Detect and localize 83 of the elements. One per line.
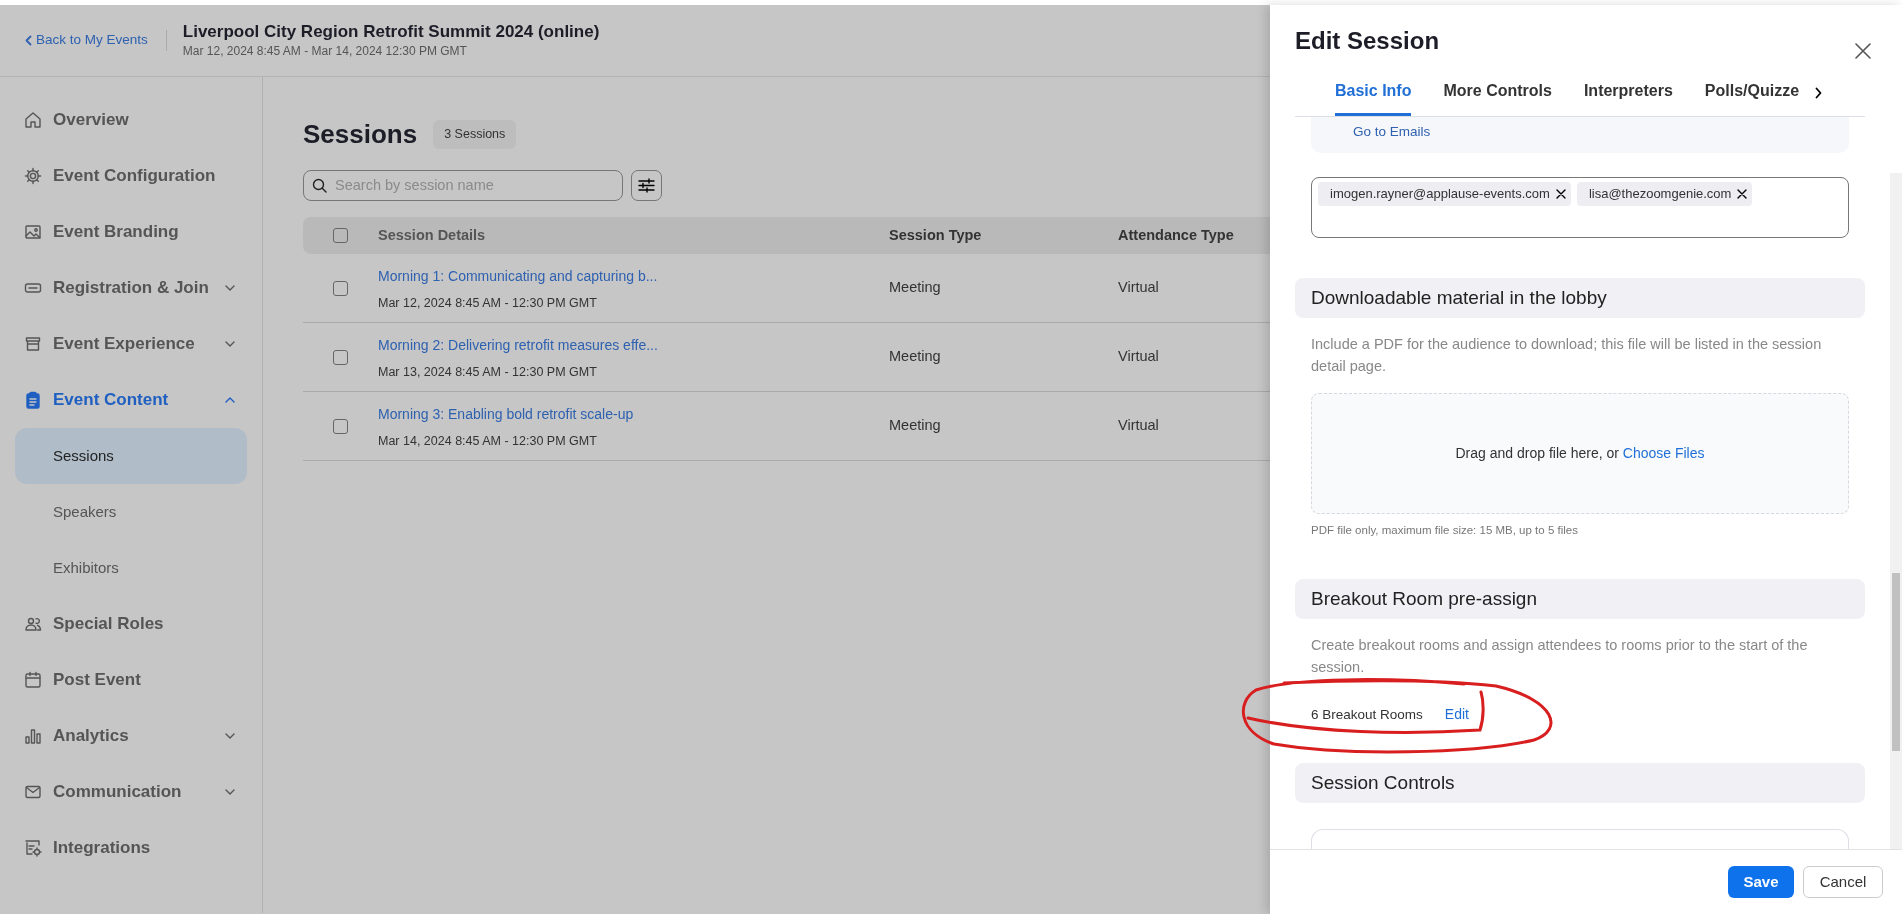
event-title: Liverpool City Region Retrofit Summit 2024 (online): [182, 20, 600, 43]
section-heading: Breakout Room pre-assign: [1295, 578, 1865, 619]
session-dates: Mar 14, 2024 8:45 AM - 12:30 PM GMT: [378, 432, 598, 450]
recipients-field[interactable]: imogen.rayner@applause-events.com lisa@thezoomgenie.com: [1311, 177, 1849, 238]
sliders-icon: [638, 178, 655, 193]
home-icon: [24, 111, 42, 129]
choose-files-link[interactable]: Choose Files: [1622, 444, 1705, 461]
sidebar-item[interactable]: Event Content: [15, 372, 247, 428]
remove-button[interactable]: [1737, 188, 1748, 199]
remove-button[interactable]: [1555, 188, 1566, 199]
section-description: Create breakout rooms and assign attendees to rooms prior to the start of the session.: [1310, 635, 1809, 677]
sidebar-item[interactable]: Overview: [15, 92, 247, 148]
tab[interactable]: More Controls: [1443, 78, 1552, 116]
envelope-icon: [24, 783, 42, 801]
section-heading: Downloadable material in the lobby: [1295, 278, 1865, 318]
breakout-count: 6 Breakout Rooms: [1311, 705, 1423, 724]
section-heading: Session Controls: [1295, 763, 1865, 804]
event-dates: Mar 12, 2024 8:45 AM - Mar 14, 2024 12:30 PM GMT: [182, 43, 468, 61]
tab[interactable]: Polls/Quizze: [1704, 78, 1800, 116]
sidebar-item[interactable]: Analytics: [15, 708, 247, 764]
sidebar-item[interactable]: Event Experience: [15, 316, 247, 372]
table-cell: Virtual: [1118, 279, 1159, 296]
sidebar-item[interactable]: Event Branding: [15, 204, 247, 260]
column-header: Attendance Type: [1118, 226, 1234, 243]
session-link[interactable]: Morning 1: Communicating and capturing b...: [378, 265, 658, 287]
chevron-left-icon: [25, 35, 32, 46]
chevron-right-icon: [1815, 86, 1823, 99]
emails-link[interactable]: Go to Emails: [1353, 124, 1431, 139]
recipient-tag: imogen.rayner@applause-events.com: [1318, 182, 1571, 206]
checkbox[interactable]: [333, 349, 348, 365]
gear-icon: [24, 167, 42, 185]
checkbox[interactable]: [333, 228, 348, 243]
table-cell: Meeting: [889, 348, 941, 365]
tab[interactable]: Interpreters: [1583, 78, 1673, 116]
column-header: Session Details: [378, 226, 486, 243]
recipient-tag: lisa@thezoomgenie.com: [1576, 182, 1753, 206]
session-dates: Mar 13, 2024 8:45 AM - 12:30 PM GMT: [378, 363, 598, 381]
image-icon: [24, 223, 42, 241]
table-cell: Virtual: [1118, 417, 1159, 434]
edit-link[interactable]: Edit: [1444, 704, 1469, 726]
checkbox[interactable]: [333, 280, 348, 296]
checkbox[interactable]: [333, 418, 348, 434]
clipboard-icon: [24, 391, 42, 409]
close-icon: [1555, 188, 1566, 199]
storefront-icon: [24, 335, 42, 353]
sidebar-subitem[interactable]: Exhibitors: [15, 540, 247, 596]
calendar-icon: [24, 671, 42, 689]
page-title: Sessions: [303, 118, 418, 151]
sidebar-item[interactable]: Communication: [15, 764, 247, 820]
session-link[interactable]: Morning 3: Enabling bold retrofit scale-up: [378, 403, 634, 425]
back-link[interactable]: Back to My Events: [25, 30, 167, 51]
sidebar-item[interactable]: Integrations: [15, 820, 247, 876]
sidebar-item[interactable]: Event Configuration: [15, 148, 247, 204]
cancel-button[interactable]: Cancel: [1803, 866, 1883, 898]
table-cell: Meeting: [889, 417, 941, 434]
upload-hint: PDF file only, maximum file size: 15 MB, up to 5 files: [1310, 522, 1579, 538]
sidebar-subitem[interactable]: Sessions: [15, 428, 247, 484]
session-link[interactable]: Morning 2: Delivering retrofit measures effe...: [378, 334, 658, 356]
count-badge: 3 Sessions: [433, 120, 517, 149]
sidebar-item[interactable]: Special Roles: [15, 596, 247, 652]
filter-button[interactable]: [631, 170, 662, 201]
people-icon: [24, 615, 42, 633]
sidebar-item[interactable]: Post Event: [15, 652, 247, 708]
plugin-icon: [24, 839, 42, 857]
scrollbar-thumb[interactable]: [1892, 573, 1900, 751]
table-cell: Meeting: [889, 279, 941, 296]
close-icon: [1737, 188, 1748, 199]
drawer-title: Edit Session: [1295, 26, 1440, 56]
dropzone-text: Drag and drop file here, or Choose Files: [1455, 443, 1705, 463]
search-input[interactable]: Search by session name: [333, 173, 613, 198]
scrollbar[interactable]: [1890, 173, 1902, 849]
close-icon: [1855, 42, 1871, 59]
bar-chart-icon: [24, 727, 42, 745]
search-icon: [312, 178, 327, 193]
sidebar-subitem[interactable]: Speakers: [15, 484, 247, 540]
section-description: Include a PDF for the audience to download; this file will be listed in the session detail page.: [1310, 335, 1823, 376]
column-header: Session Type: [889, 226, 982, 243]
sidebar-item[interactable]: Registration & Join: [15, 260, 247, 316]
save-button[interactable]: Save: [1728, 866, 1794, 898]
search-field[interactable]: Search by session name: [303, 170, 623, 201]
session-dates: Mar 12, 2024 8:45 AM - 12:30 PM GMT: [378, 294, 598, 312]
table-cell: Virtual: [1118, 348, 1159, 365]
dropzone[interactable]: Drag and drop file here, or Choose Files: [1311, 392, 1849, 514]
